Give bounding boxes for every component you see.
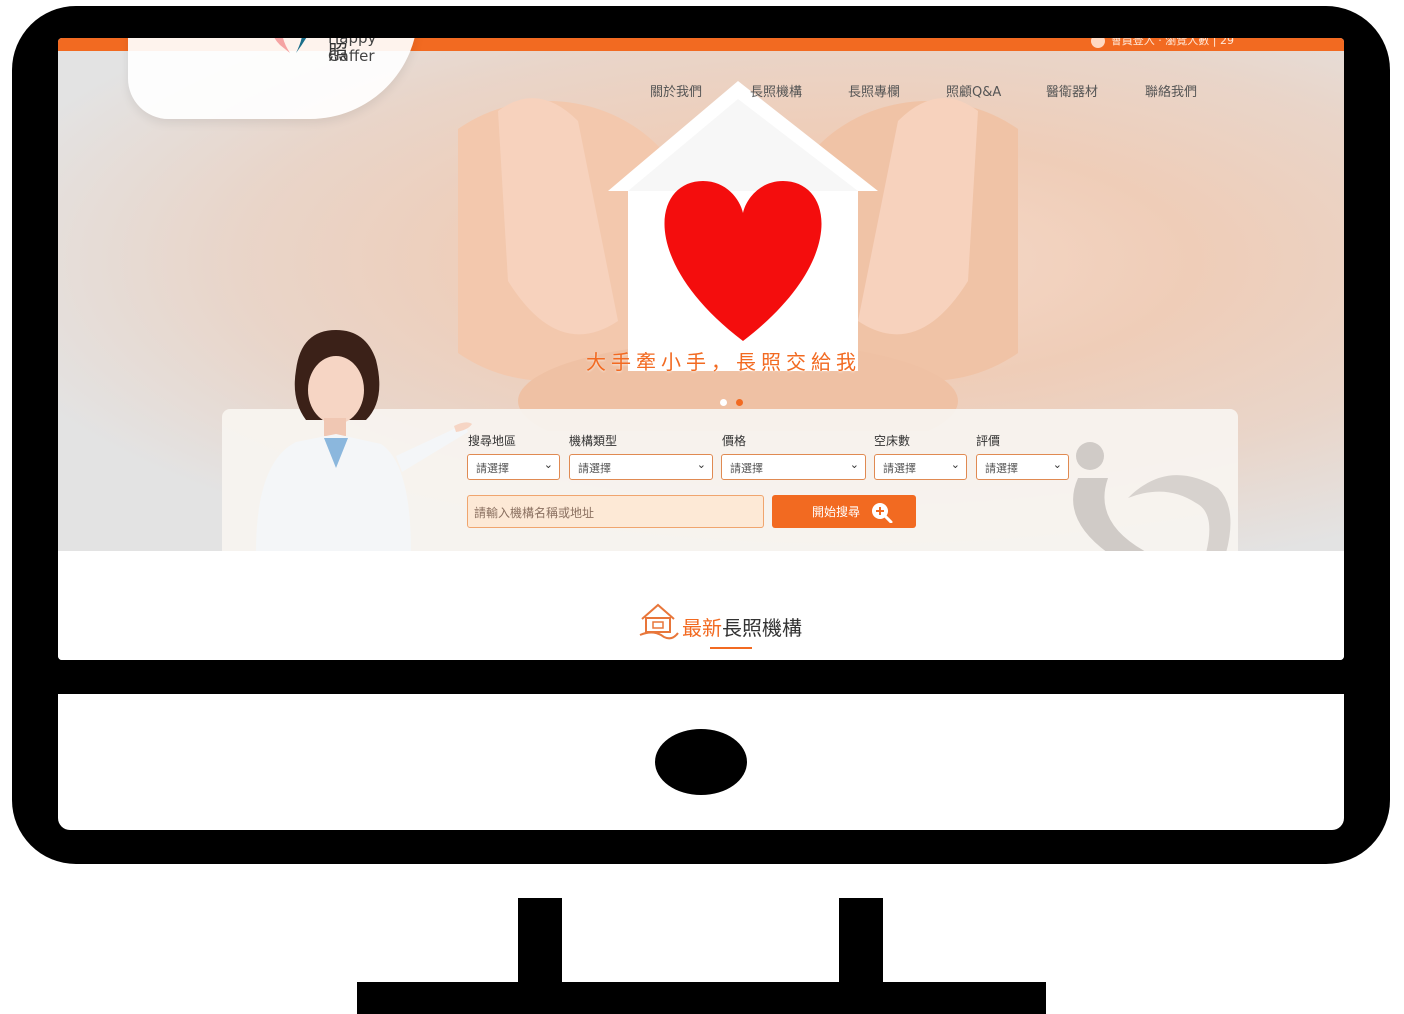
search-input[interactable]: 請輸入機構名稱或地址 xyxy=(467,495,764,528)
logo-english-name: Happy Gaffer xyxy=(328,38,377,65)
filter-select-value: 請選擇 xyxy=(985,462,1018,475)
nav-item-care-qa[interactable]: 照顧Q&A xyxy=(946,81,1001,100)
chevron-down-icon: ⌄ xyxy=(696,458,706,471)
filter-select-region[interactable]: 請選擇 ⌄ xyxy=(467,454,560,480)
logo[interactable]: 樂長照 Happy Gaffer xyxy=(128,38,418,119)
filter-label-price: 價格 xyxy=(722,434,747,448)
nav-item-column[interactable]: 長照專欄 xyxy=(848,81,900,100)
filter-select-value: 請選擇 xyxy=(883,462,916,475)
search-button[interactable]: 開始搜尋 xyxy=(772,495,916,528)
search-button-label: 開始搜尋 xyxy=(812,505,861,519)
filter-select-value: 請選擇 xyxy=(476,462,509,475)
nav-item-contact[interactable]: 聯絡我們 xyxy=(1145,81,1197,100)
chevron-down-icon: ⌄ xyxy=(950,458,960,471)
monitor-logo-dot xyxy=(655,729,747,795)
section-title-rest: 長照機構 xyxy=(722,616,802,640)
carousel-dot-active[interactable] xyxy=(736,399,744,406)
nav-item-institutions[interactable]: 長照機構 xyxy=(750,81,802,100)
website-screen: 會員登入 · 瀏覽人數 | 29 樂長照 Happy Gaffer 關於我們 長… xyxy=(58,38,1344,660)
hands-house-heart-illustration xyxy=(458,81,1018,431)
chevron-down-icon: ⌄ xyxy=(849,458,859,471)
section-title: 最新長照機構 xyxy=(682,612,802,641)
section-underline xyxy=(710,647,752,649)
search-plus-icon xyxy=(872,503,893,523)
filter-label-region: 搜尋地區 xyxy=(468,434,517,448)
filter-label-beds: 空床數 xyxy=(874,434,911,448)
chevron-down-icon: ⌄ xyxy=(543,458,553,471)
filter-select-value: 請選擇 xyxy=(730,462,763,475)
filter-select-value: 請選擇 xyxy=(578,462,611,475)
latest-institutions-section: 最新長照機構 xyxy=(58,551,1344,660)
filter-label-rating: 評價 xyxy=(976,434,1001,448)
main-nav: 關於我們 長照機構 長照專欄 照顧Q&A 醫衛器材 聯絡我們 xyxy=(58,81,1344,105)
doctor-illustration xyxy=(256,330,472,552)
monitor-stand-base xyxy=(357,982,1046,1014)
carousel-dot[interactable] xyxy=(720,399,727,406)
filter-label-type: 機構類型 xyxy=(569,434,618,448)
logo-heart-icon xyxy=(274,38,307,53)
filter-select-beds[interactable]: 請選擇 ⌄ xyxy=(874,454,967,480)
hero-slogan: 大手牽小手，長照交給我 xyxy=(586,350,861,374)
user-icon xyxy=(1090,38,1105,48)
watermark-logo-icon xyxy=(1073,442,1231,553)
house-hand-icon xyxy=(639,603,679,640)
section-title-highlight: 最新 xyxy=(682,616,722,640)
nav-item-about[interactable]: 關於我們 xyxy=(650,81,702,100)
filter-select-price[interactable]: 請選擇 ⌄ xyxy=(721,454,866,480)
carousel-dots xyxy=(720,391,747,410)
chevron-down-icon: ⌄ xyxy=(1052,458,1062,471)
filter-select-type[interactable]: 請選擇 ⌄ xyxy=(569,454,713,480)
top-bar-text[interactable]: 會員登入 · 瀏覽人數 | 29 xyxy=(1111,38,1234,47)
nav-item-medical-equipment[interactable]: 醫衛器材 xyxy=(1046,81,1098,100)
top-bar-links[interactable]: 會員登入 · 瀏覽人數 | 29 xyxy=(1090,38,1234,48)
filter-select-rating[interactable]: 請選擇 ⌄ xyxy=(976,454,1069,480)
